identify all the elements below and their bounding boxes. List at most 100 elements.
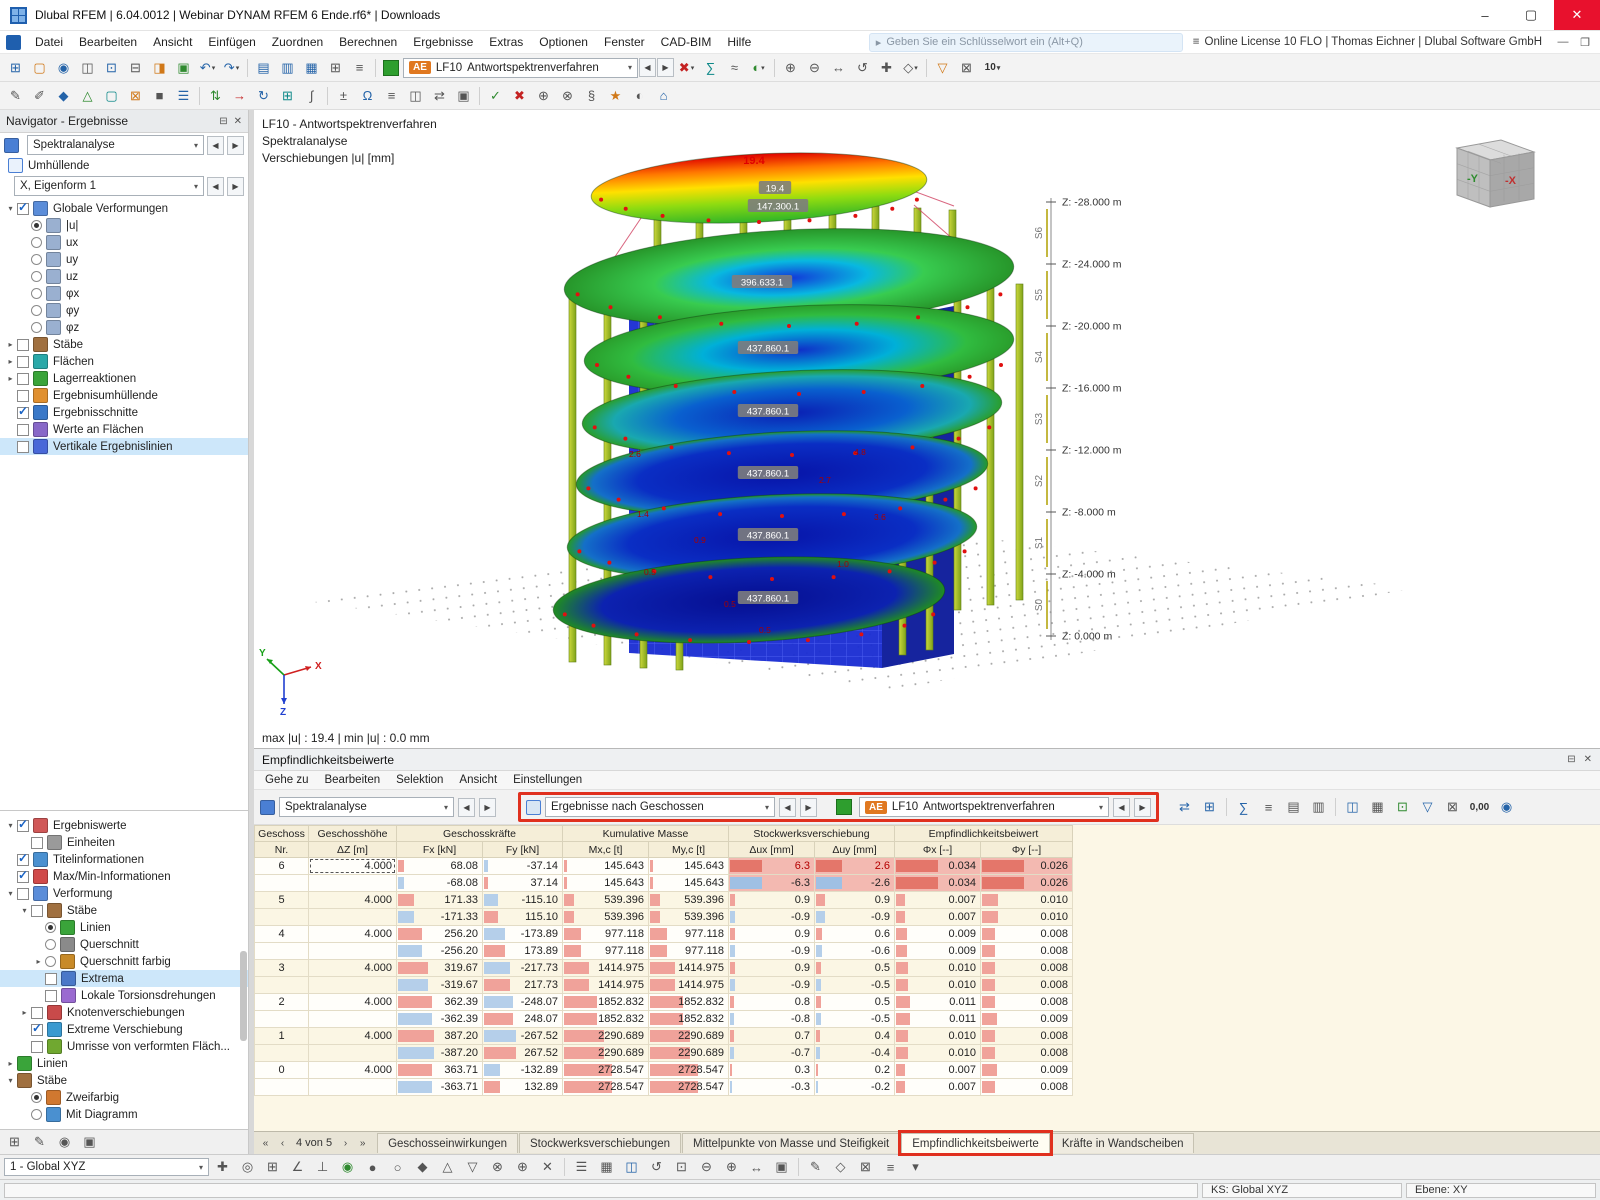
generate-mesh-icon[interactable]: ⊞ bbox=[276, 85, 299, 106]
results-table-area[interactable]: GeschossGeschosshöheGeschosskräfteKumula… bbox=[254, 825, 1600, 1131]
calculate-all-icon[interactable]: ∑ bbox=[699, 57, 722, 78]
new-section-icon[interactable]: ☰ bbox=[172, 85, 195, 106]
table-row[interactable]: 44.000256.20-173.89977.118977.1180.90.60… bbox=[255, 926, 1553, 943]
model-viewport[interactable]: LF10 - Antwortspektrenverfahren Spektral… bbox=[254, 110, 1600, 748]
tree-item-lagerreaktionen[interactable]: ▸Lagerreaktionen bbox=[0, 370, 248, 387]
checkbox[interactable] bbox=[17, 390, 29, 402]
checkbox[interactable] bbox=[31, 1024, 43, 1036]
full-view-icon[interactable]: ▣ bbox=[770, 1157, 793, 1178]
add-object-icon[interactable]: ⊕ bbox=[532, 85, 555, 106]
analysis-prev-button[interactable]: ◀ bbox=[207, 136, 224, 155]
model-manager-icon[interactable]: ◫ bbox=[76, 57, 99, 78]
maximize-button[interactable]: ▢ bbox=[1508, 0, 1554, 30]
radio-button[interactable] bbox=[31, 254, 42, 265]
delete-icon[interactable]: ✖ bbox=[508, 85, 531, 106]
menu-cad-bim[interactable]: CAD-BIM bbox=[653, 31, 720, 53]
clipping-planes-icon[interactable]: ▣ bbox=[452, 85, 475, 106]
table-manager-icon[interactable]: ▥ bbox=[276, 57, 299, 78]
tree-item-linien[interactable]: Linien bbox=[0, 919, 248, 936]
zoom-in-icon[interactable]: ⊕ bbox=[779, 57, 802, 78]
search-input[interactable]: ▸ Geben Sie ein Schlüsselwort ein (Alt+Q… bbox=[869, 33, 1183, 52]
expander-icon[interactable]: ▸ bbox=[4, 340, 17, 349]
checkbox[interactable] bbox=[17, 373, 29, 385]
table-menu-gehe-zu[interactable]: Gehe zu bbox=[258, 774, 315, 786]
table-row[interactable]: -363.71132.892728.5472728.547-0.3-0.20.0… bbox=[255, 1079, 1553, 1096]
column-header[interactable]: Fx [kN] bbox=[397, 842, 483, 858]
result-display-icon[interactable]: ◐▾ bbox=[747, 57, 770, 78]
snap-settings-icon[interactable]: ◎ bbox=[236, 1157, 259, 1178]
print-graphic-icon[interactable]: ⊟ bbox=[124, 57, 147, 78]
decimal-format-icon[interactable]: 0,00 bbox=[1466, 797, 1493, 818]
tree-item-stäbe[interactable]: ▾Stäbe bbox=[0, 1072, 248, 1089]
point-snap-icon[interactable]: ● bbox=[361, 1157, 384, 1178]
table-menu-bearbeiten[interactable]: Bearbeiten bbox=[317, 774, 387, 786]
expander-icon[interactable]: ▾ bbox=[4, 821, 17, 830]
checkbox[interactable] bbox=[17, 356, 29, 368]
decimal-places-icon[interactable]: 10▾ bbox=[979, 57, 1006, 78]
checkbox[interactable] bbox=[17, 888, 29, 900]
next-load-case-button[interactable]: ▶ bbox=[657, 58, 674, 77]
tables-icon[interactable]: ▤ bbox=[252, 57, 275, 78]
last-table-button[interactable]: » bbox=[355, 1135, 370, 1151]
license-menu-icon[interactable]: ≡ bbox=[1193, 36, 1200, 48]
regenerate-icon[interactable]: ↻ bbox=[252, 85, 275, 106]
first-table-button[interactable]: « bbox=[258, 1135, 273, 1151]
axes-toggle-icon[interactable]: ± bbox=[332, 85, 355, 106]
menu-fenster[interactable]: Fenster bbox=[596, 31, 653, 53]
favorites-icon[interactable]: ★ bbox=[604, 85, 627, 106]
object-snap-icon[interactable]: ◉ bbox=[336, 1157, 359, 1178]
menu-ergebnisse[interactable]: Ergebnisse bbox=[405, 31, 481, 53]
angle-snap-icon[interactable]: ∠ bbox=[286, 1157, 309, 1178]
display-options-icon[interactable]: ◐ bbox=[628, 85, 651, 106]
table-row[interactable]: 14.000387.20-267.522290.6892290.6890.70.… bbox=[255, 1028, 1553, 1045]
tab-stockwerksverschiebungen[interactable]: Stockwerksverschiebungen bbox=[519, 1133, 681, 1153]
column-header[interactable]: Fy [kN] bbox=[483, 842, 563, 858]
new-table-icon[interactable]: ⊞ bbox=[324, 57, 347, 78]
close-button[interactable]: ✕ bbox=[1554, 0, 1600, 30]
spreadsheet-icon[interactable]: ▦ bbox=[300, 57, 323, 78]
column-header[interactable]: ΔZ [m] bbox=[309, 842, 397, 858]
tree-item-stäbe[interactable]: ▾Stäbe bbox=[0, 902, 248, 919]
new-opening-icon[interactable]: ⊠ bbox=[124, 85, 147, 106]
doc-restore-icon[interactable]: ❐ bbox=[1574, 36, 1596, 49]
tree-item-flächen[interactable]: ▸Flächen bbox=[0, 353, 248, 370]
menu-ansicht[interactable]: Ansicht bbox=[145, 31, 200, 53]
tree-item-querschnitt-farbig[interactable]: ▸Querschnitt farbig bbox=[0, 953, 248, 970]
menu-datei[interactable]: Datei bbox=[27, 31, 71, 53]
tree-item-werte-an-flächen[interactable]: Werte an Flächen bbox=[0, 421, 248, 438]
sync-selection-icon[interactable]: ⇄ bbox=[1173, 797, 1196, 818]
radio-button[interactable] bbox=[31, 288, 42, 299]
delete-results-icon[interactable]: ✖▾ bbox=[675, 57, 698, 78]
radio-button[interactable] bbox=[45, 956, 56, 967]
tab-geschosseinwirkungen[interactable]: Geschosseinwirkungen bbox=[377, 1133, 518, 1153]
layer-toggle-icon[interactable]: ☰ bbox=[570, 1157, 593, 1178]
standards-icon[interactable]: § bbox=[580, 85, 603, 106]
analysis-combo[interactable]: Spektralanalyse▾ bbox=[27, 135, 204, 155]
tab-kräfte-in-wandscheiben[interactable]: Kräfte in Wandscheiben bbox=[1051, 1133, 1195, 1153]
column-header[interactable]: Φx [--] bbox=[895, 842, 981, 858]
table-filter-icon[interactable]: ≡ bbox=[1257, 797, 1280, 818]
intersection-snap-icon[interactable]: ▽ bbox=[461, 1157, 484, 1178]
radio-button[interactable] bbox=[31, 1092, 42, 1103]
model-3d-scene[interactable]: 19.419.4147.300.1396.633.1437.860.1437.8… bbox=[254, 110, 1600, 748]
expander-icon[interactable]: ▾ bbox=[4, 204, 17, 213]
tree-item-querschnitt[interactable]: Querschnitt bbox=[0, 936, 248, 953]
view-mode-icon[interactable]: ◇▾ bbox=[899, 57, 922, 78]
redo-icon[interactable]: ↷▾ bbox=[220, 57, 243, 78]
previous-load-case-button[interactable]: ◀ bbox=[639, 58, 656, 77]
filter-results-icon[interactable]: ▽ bbox=[931, 57, 954, 78]
column-group-header[interactable]: Stockwerksverschiebung bbox=[729, 826, 895, 842]
tree-item-vertikale-ergebnislinien[interactable]: Vertikale Ergebnislinien bbox=[0, 438, 248, 455]
tree-item-knotenverschiebungen[interactable]: ▸Knotenverschiebungen bbox=[0, 1004, 248, 1021]
results-next-button[interactable]: ▶ bbox=[800, 798, 817, 817]
close-panel-icon[interactable]: ✕ bbox=[234, 116, 242, 127]
new-solid-icon[interactable]: ■ bbox=[148, 85, 171, 106]
tangent-snap-icon[interactable]: ⊕ bbox=[511, 1157, 534, 1178]
edit-display-icon[interactable]: ✎ bbox=[28, 1132, 51, 1153]
prev-table-button[interactable]: ‹ bbox=[275, 1135, 290, 1151]
table-menu-einstellungen[interactable]: Einstellungen bbox=[506, 774, 589, 786]
expander-icon[interactable]: ▾ bbox=[4, 1076, 17, 1085]
tree-item-ergebnisumhüllende[interactable]: Ergebnisumhüllende bbox=[0, 387, 248, 404]
print-table-icon[interactable]: ▤ bbox=[1282, 797, 1305, 818]
table-row[interactable]: 54.000171.33-115.10539.396539.3960.90.90… bbox=[255, 892, 1553, 909]
